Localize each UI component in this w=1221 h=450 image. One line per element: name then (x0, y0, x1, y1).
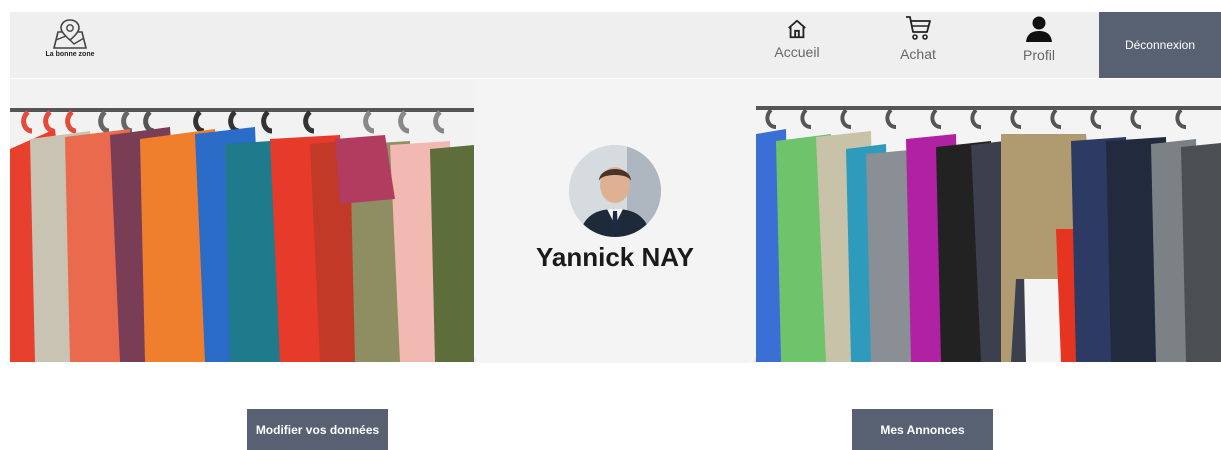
clothes-rack-left-image (10, 79, 474, 362)
cart-icon (906, 16, 931, 40)
nav-item-achat[interactable]: Achat (883, 12, 953, 78)
profile-name: Yannick NAY (535, 242, 694, 272)
nav-label-profil: Profil (1023, 47, 1055, 63)
home-icon (788, 19, 806, 39)
nav-label-accueil: Accueil (774, 44, 820, 60)
user-icon (1026, 16, 1052, 42)
nav-item-accueil[interactable]: Accueil (762, 12, 832, 78)
nav-item-profil[interactable]: Profil (1004, 12, 1074, 78)
avatar (569, 145, 661, 237)
edit-profile-button[interactable]: Modifier vos données (247, 409, 388, 450)
clothes-rack-right-image (756, 79, 1221, 362)
logo[interactable]: La bonne zone (38, 18, 102, 64)
my-ads-button[interactable]: Mes Annonces (852, 409, 993, 450)
logo-text: La bonne zone (45, 51, 95, 58)
top-header: La bonne zone Accueil Achat Profil Décon… (10, 12, 1221, 78)
map-pin-icon (52, 19, 88, 49)
profile-card: Yannick NAY (474, 79, 756, 363)
nav-label-achat: Achat (900, 46, 936, 62)
logout-button[interactable]: Déconnexion (1099, 12, 1221, 78)
